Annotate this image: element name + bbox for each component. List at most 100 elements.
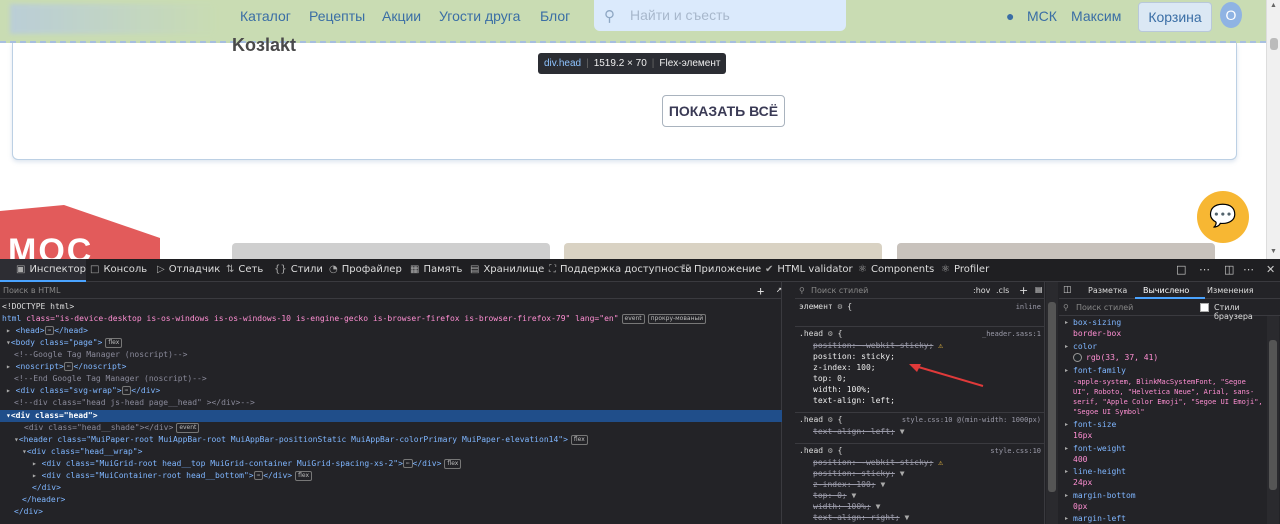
flex-badge[interactable]: flex	[105, 337, 123, 348]
filter-icon[interactable]: ▼	[880, 480, 885, 489]
nav-treat-friend[interactable]: Угости друга	[439, 8, 520, 24]
product-thumbnail[interactable]	[232, 243, 550, 259]
add-node-icon[interactable]: +	[757, 284, 764, 298]
tree-container[interactable]: ▸ <div class="MuiContainer-root head__bo…	[32, 470, 313, 482]
eyedropper-icon[interactable]: ↗	[776, 284, 782, 295]
rule-header[interactable]: .head ⚙ {style.css:10	[799, 445, 1045, 457]
tree-noscript[interactable]: ▸ <noscript> ⋯ </noscript>	[6, 361, 126, 373]
collapsed-dots[interactable]: ⋯	[253, 471, 264, 480]
tab-react-profiler[interactable]: ⚛ Profiler	[941, 264, 989, 275]
tab-application[interactable]: ☷ Приложение	[681, 264, 761, 275]
expand-icon[interactable]: ▸	[1065, 492, 1068, 499]
tree-head-wrap[interactable]: ▾<div class="head__wrap">	[22, 446, 142, 458]
expand-icon[interactable]: ▸	[6, 362, 11, 371]
computed-prop-name[interactable]: box-sizing	[1073, 318, 1121, 327]
tab-accessibility[interactable]: ⛶ Поддержка доступности	[549, 264, 692, 275]
nav-catalog[interactable]: Каталог	[240, 8, 291, 24]
dock-icon[interactable]: ◫	[1224, 263, 1234, 276]
tab-debugger[interactable]: ▷ Отладчик	[157, 264, 220, 275]
computed-prop-name[interactable]: color	[1073, 342, 1097, 351]
filter-icon[interactable]: ▼	[876, 502, 881, 511]
responsive-mode-icon[interactable]: □	[1176, 263, 1186, 276]
product-thumbnail[interactable]	[897, 243, 1215, 259]
expand-icon[interactable]: ▸	[6, 326, 11, 335]
expand-icon[interactable]: ▸	[1065, 421, 1068, 428]
computed-prop-name[interactable]: font-weight	[1073, 444, 1126, 453]
expand-icon[interactable]: ▸	[1065, 319, 1068, 326]
avatar[interactable]: О	[1220, 2, 1242, 28]
gear-icon[interactable]: ⚙	[828, 415, 833, 424]
tab-layout[interactable]: Разметка	[1088, 286, 1127, 295]
computed-prop-name[interactable]: font-size	[1073, 420, 1116, 429]
tab-profiler[interactable]: ◔ Профайлер	[329, 264, 402, 275]
scrollbar-thumb[interactable]	[1048, 302, 1056, 492]
filter-icon[interactable]: ▼	[900, 469, 905, 478]
tab-memory[interactable]: ▦ Память	[410, 264, 462, 275]
scroll-badge[interactable]: прокру-мованый	[647, 313, 707, 324]
expand-icon[interactable]: ▸	[1065, 343, 1068, 350]
site-search-input[interactable]: ⚲ Найти и съесть	[594, 0, 846, 31]
computed-prop-name[interactable]: font-family	[1073, 366, 1126, 375]
add-rule-icon[interactable]: +	[1019, 284, 1028, 297]
tree-svg-wrap[interactable]: ▸ <div class="svg-wrap"> ⋯ </div>	[6, 385, 160, 397]
tree-head[interactable]: ▸ <head> ⋯ </head>	[6, 325, 88, 337]
options-icon[interactable]: ⋯	[1243, 263, 1254, 276]
expand-icon[interactable]: ▸	[1065, 445, 1068, 452]
product-thumbnail[interactable]	[564, 243, 882, 259]
collapsed-dots[interactable]: ⋯	[63, 362, 74, 371]
more-icon[interactable]: ⋯	[1199, 263, 1210, 276]
site-logo[interactable]	[10, 4, 215, 34]
event-badge[interactable]: event	[621, 313, 645, 324]
flex-badge[interactable]: flex	[444, 458, 462, 469]
nav-blog[interactable]: Блог	[540, 8, 570, 24]
collapsed-dots[interactable]: ⋯	[402, 459, 413, 468]
flex-badge[interactable]: flex	[295, 470, 313, 481]
scroll-down-icon[interactable]: ▼	[1270, 248, 1277, 255]
collapsed-dots[interactable]: ⋯	[121, 386, 132, 395]
browser-styles-checkbox[interactable]	[1200, 303, 1209, 312]
rules-scrollbar[interactable]	[1046, 282, 1058, 524]
tree-doctype[interactable]: <!DOCTYPE html>	[2, 301, 74, 313]
gear-icon[interactable]: ⚙	[828, 329, 833, 338]
cart-button[interactable]: Корзина	[1138, 2, 1212, 32]
rule-header[interactable]: .head ⚙ {_header.sass:1	[799, 328, 1045, 340]
tree-html[interactable]: html class="is-device-desktop is-os-wind…	[2, 313, 707, 325]
print-icon[interactable]: ▤	[1035, 285, 1043, 294]
tab-changes[interactable]: Изменения	[1207, 286, 1254, 295]
event-badge[interactable]: event	[176, 422, 200, 433]
expand-icon[interactable]: ▸	[32, 459, 37, 468]
tab-network[interactable]: ⇅ Сеть	[226, 264, 263, 275]
gear-icon[interactable]: ⚙	[838, 302, 843, 311]
css-declaration[interactable]: text-align: left;	[813, 395, 895, 407]
flex-badge[interactable]: flex	[570, 434, 588, 445]
filter-icon[interactable]: ▼	[852, 491, 857, 500]
cls-toggle[interactable]: .cls	[996, 286, 1009, 295]
tree-close-div[interactable]: </div>	[14, 506, 43, 518]
rule-header[interactable]: .head ⚙ {style.css:10 @(min-width: 1000p…	[799, 414, 1045, 426]
nav-recipes[interactable]: Рецепты	[309, 8, 365, 24]
tab-components[interactable]: ⚛ Components	[858, 264, 934, 275]
tree-header[interactable]: ▾<header class="MuiPaper-root MuiAppBar-…	[14, 434, 588, 446]
computed-search-input[interactable]: Поиск стилей	[1076, 303, 1133, 312]
color-swatch[interactable]	[1073, 353, 1082, 362]
element-rule[interactable]: элемент ⚙ {inline	[799, 301, 1045, 313]
location-label[interactable]: МСК	[1027, 8, 1057, 24]
expand-icon[interactable]: ▸	[1065, 468, 1068, 475]
tree-close-div[interactable]: </div>	[32, 482, 61, 494]
tab-computed[interactable]: Вычислено	[1143, 286, 1189, 295]
tree-close-header[interactable]: </header>	[22, 494, 65, 506]
filter-icon[interactable]: ▼	[905, 513, 910, 522]
tree-grid[interactable]: ▸ <div class="MuiGrid-root head__top Mui…	[32, 458, 462, 470]
expand-icon[interactable]: ▸	[1065, 515, 1068, 522]
filter-icon[interactable]: ▼	[900, 427, 905, 436]
expand-icon[interactable]: ▸	[1065, 367, 1068, 374]
tree-shade[interactable]: <div class="head__shade"></div> event	[24, 422, 200, 434]
html-search-input[interactable]: Поиск в HTML	[0, 282, 782, 299]
tab-console[interactable]: □ Консоль	[90, 264, 147, 275]
expand-icon[interactable]: ▸	[32, 471, 37, 480]
hov-toggle[interactable]: :hov	[973, 286, 990, 295]
collapsed-dots[interactable]: ⋯	[44, 326, 55, 335]
tab-storage[interactable]: ▤ Хранилище	[470, 264, 544, 275]
user-name-link[interactable]: Максим	[1071, 8, 1121, 24]
gear-icon[interactable]: ⚙	[828, 446, 833, 455]
